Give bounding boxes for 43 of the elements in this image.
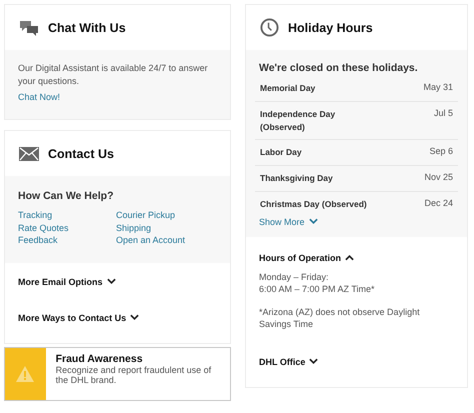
fraud-description: Recognize and report fraudulent use of the DHL brand. — [56, 366, 212, 386]
holiday-date: Jul 5 — [434, 108, 453, 120]
holiday-name: Memorial Day — [260, 82, 316, 95]
card-title: Contact Us — [48, 146, 114, 161]
chat-description: Our Digital Assistant is available 24/7 to answer your questions. — [18, 62, 209, 88]
card-title: Chat With Us — [48, 20, 126, 34]
hours-text: Monday – Friday: — [259, 270, 330, 284]
clock-icon — [260, 18, 279, 37]
chevron-down-icon — [130, 314, 140, 322]
help-link[interactable]: Open an Account — [116, 234, 217, 247]
envelope-icon — [19, 146, 39, 161]
chat-bubbles-icon — [19, 20, 39, 36]
expander-toggle[interactable]: DHL Office — [259, 356, 318, 367]
holiday-date: May 31 — [423, 82, 453, 94]
card-title: Holiday Hours — [288, 20, 373, 34]
expander-toggle[interactable]: More Ways to Contact Us — [18, 312, 140, 323]
chevron-down-icon — [309, 358, 318, 366]
help-link[interactable]: Tracking — [18, 209, 116, 222]
holiday-date: Nov 25 — [424, 172, 453, 184]
hours-text: 6:00 AM – 7:00 PM AZ Time* — [259, 283, 376, 296]
expander-toggle[interactable]: Hours of Operation — [259, 252, 354, 262]
holiday-name: Christmas Day (Observed) — [260, 198, 368, 211]
chevron-down-icon — [106, 278, 116, 286]
help-link[interactable]: Rate Quotes — [18, 222, 116, 234]
help-link[interactable]: Feedback — [18, 234, 116, 247]
chat-now-link[interactable]: Chat Now! — [18, 92, 60, 102]
section-heading: We're closed on these holidays. — [258, 62, 419, 74]
holiday-name: Labor Day — [260, 146, 303, 159]
fraud-banner[interactable]: Fraud Awareness Recognize and report fraudulent use of the DHL brand. — [4, 346, 231, 401]
warning-icon — [15, 364, 36, 383]
holiday-date: Dec 24 — [424, 198, 453, 210]
chevron-down-icon — [308, 218, 318, 225]
fraud-title: Fraud Awareness — [56, 352, 144, 365]
help-link[interactable]: Courier Pickup — [116, 209, 217, 222]
holiday-name: Independence Day (Observed) — [260, 108, 336, 134]
holiday-name: Thanksgiving Day — [260, 172, 334, 185]
show-more-link[interactable]: Show More — [255, 216, 322, 226]
help-link[interactable]: Shipping — [116, 222, 217, 234]
holiday-date: Sep 6 — [429, 146, 453, 158]
expander-toggle[interactable]: More Email Options — [18, 276, 116, 287]
chevron-up-icon — [345, 254, 354, 261]
hours-note: *Arizona (AZ) does not observe Daylight Savings Time — [259, 306, 421, 331]
section-heading: How Can We Help? — [18, 190, 114, 202]
